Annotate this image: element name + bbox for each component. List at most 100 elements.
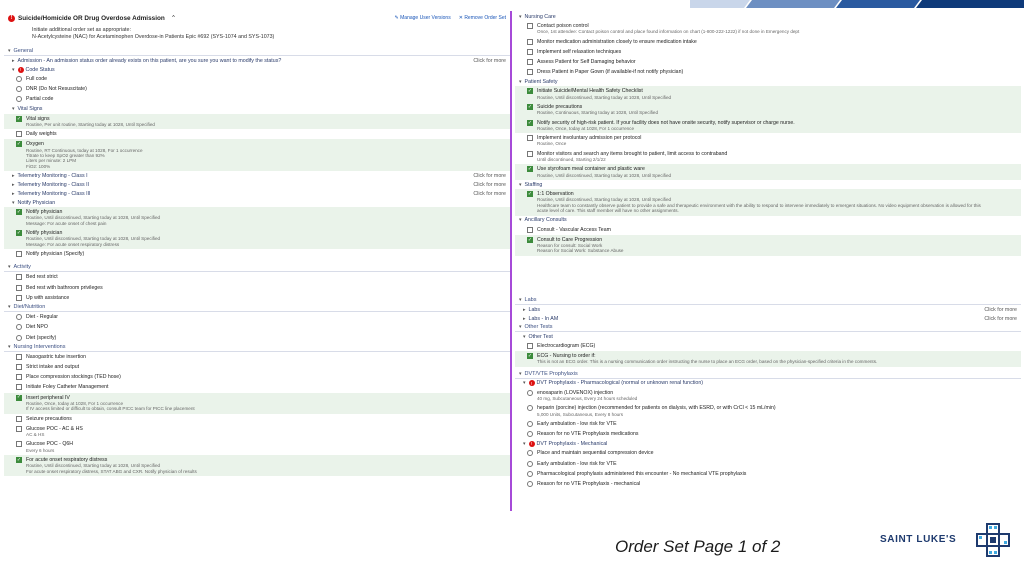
checkbox-strict-io[interactable]: Strict intake and output bbox=[4, 362, 510, 372]
checkbox-paper-gown[interactable]: Dress Patient in Paper Gown (if availabl… bbox=[515, 67, 1021, 77]
section-dvt[interactable]: ▾ DVT/VTE Prophylaxis bbox=[515, 370, 1021, 379]
radio-diet-npo[interactable]: Diet NPO bbox=[4, 322, 510, 332]
radio-diet-specify[interactable]: Diet (specify) bbox=[4, 333, 510, 343]
group-staffing[interactable]: ▾ Staffing bbox=[515, 180, 1021, 189]
checkmark-icon[interactable]: ✓ bbox=[16, 230, 22, 237]
section-labs[interactable]: ▾ Labs bbox=[515, 296, 1021, 305]
checkbox-ng-tube[interactable]: Nasogastric tube insertion bbox=[4, 352, 510, 362]
checkbox[interactable] bbox=[16, 374, 22, 381]
checkbox-suicide-precautions[interactable]: ✓ Suicide precautions Routine, Continuous,… bbox=[515, 102, 1021, 118]
checkmark-icon[interactable]: ✓ bbox=[16, 116, 22, 122]
checkmark-icon[interactable]: ✓ bbox=[527, 353, 533, 360]
checkbox-ted-hose[interactable]: Place compression stockings (TED hose) bbox=[4, 372, 510, 382]
checkmark-icon[interactable]: ✓ bbox=[527, 88, 533, 95]
checkbox-vascular-access[interactable]: Consult - Vascular Access Team bbox=[515, 225, 1021, 235]
group-patient-safety[interactable]: ▾ Patient Safety bbox=[515, 77, 1021, 86]
checkbox[interactable] bbox=[527, 150, 533, 157]
checkbox[interactable] bbox=[527, 48, 533, 55]
radio-no-vte-mech[interactable]: Reason for no VTE Prophylaxis - mechanic… bbox=[515, 479, 1021, 489]
checkbox-care-progression[interactable]: ✓ Consult to Care Progression Reason for c… bbox=[515, 234, 1021, 256]
checkbox-ecg-nursing[interactable]: ✓ ECG - Nursing to order if: This is not a… bbox=[515, 351, 1021, 367]
checkbox-glucose-q6h[interactable]: Glucose POC - Q6H Every 6 hours bbox=[4, 439, 510, 455]
checkbox-daily-weights[interactable]: Daily weights bbox=[4, 129, 510, 139]
group-dvt-pharm[interactable]: ▾! DVT Prophylaxis - Pharmacological (nor… bbox=[515, 379, 1021, 388]
group-other-test[interactable]: ▾ Other Test bbox=[515, 332, 1021, 341]
radio-early-ambulation-2[interactable]: Early ambulation - low risk for VTE bbox=[515, 459, 1021, 469]
group-notify-physician[interactable]: ▾ Notify Physician bbox=[4, 198, 510, 207]
section-other-tests[interactable]: ▾ Other Tests bbox=[515, 323, 1021, 332]
checkbox[interactable] bbox=[527, 135, 533, 142]
checkbox[interactable] bbox=[16, 131, 22, 138]
checkbox-ecg[interactable]: Electrocardiogram (ECG) bbox=[515, 341, 1021, 351]
radio-button[interactable] bbox=[527, 450, 533, 457]
checkbox-bed-rest[interactable]: Bed rest strict bbox=[4, 272, 510, 282]
checkbox-relaxation[interactable]: Implement self relaxation techniques bbox=[515, 47, 1021, 57]
checkbox[interactable] bbox=[527, 226, 533, 233]
checkbox-peripheral-iv[interactable]: ✓ Insert peripheral IV Routine, Once, toda… bbox=[4, 392, 510, 414]
checkbox-safety-checklist[interactable]: ✓ Initiate Suicide/Mental Health Safety C… bbox=[515, 86, 1021, 103]
checkbox[interactable] bbox=[16, 415, 22, 422]
group-admission[interactable]: ▸ Admission - An admission status order a… bbox=[4, 56, 510, 65]
radio-heparin[interactable]: heparin (porcine) injection (recommended… bbox=[515, 403, 1021, 419]
manage-user-versions-link[interactable]: ✎ Manage User Versions bbox=[395, 15, 451, 21]
checkmark-icon[interactable]: ✓ bbox=[16, 141, 22, 148]
checkbox[interactable] bbox=[527, 23, 533, 29]
checkbox-med-admin[interactable]: Monitor medication administration closel… bbox=[515, 37, 1021, 47]
checkbox-foley[interactable]: Initiate Foley Catheter Management bbox=[4, 382, 510, 392]
group-telemetry-1[interactable]: ▸ Telemetry Monitoring - Class I Click for… bbox=[4, 171, 510, 180]
checkbox[interactable] bbox=[527, 59, 533, 66]
group-dvt-mech[interactable]: ▾! DVT Prophylaxis - Mechanical bbox=[515, 439, 1021, 448]
checkmark-icon[interactable]: ✓ bbox=[16, 209, 22, 216]
checkbox-notify-specify[interactable]: Notify physician (Specify) bbox=[4, 249, 510, 259]
checkbox-one-to-one[interactable]: ✓ 1:1 Observation Routine, Until discontin… bbox=[515, 189, 1021, 216]
checkbox[interactable] bbox=[16, 294, 22, 301]
radio-full-code[interactable]: Full code bbox=[4, 74, 510, 84]
section-diet[interactable]: ▾ Diet/Nutrition bbox=[4, 303, 510, 313]
radio-enoxaparin[interactable]: enoxaparin (LOVENOX) injection 40 mg, Sub… bbox=[515, 388, 1021, 404]
group-labs-am[interactable]: ▸ Labs - In AM Click for more bbox=[515, 314, 1021, 323]
checkbox-up-with-assistance[interactable]: Up with assistance bbox=[4, 293, 510, 303]
group-code-status[interactable]: ▾! Code Status bbox=[4, 65, 510, 74]
radio-early-ambulation-1[interactable]: Early ambulation - low risk for VTE bbox=[515, 419, 1021, 429]
checkmark-icon[interactable]: ✓ bbox=[527, 191, 533, 198]
checkbox[interactable] bbox=[16, 425, 22, 432]
checkbox-resp-distress[interactable]: ✓ For acute onset respiratory distress Rou… bbox=[4, 454, 510, 476]
checkbox[interactable] bbox=[527, 69, 533, 76]
radio-button[interactable] bbox=[527, 421, 533, 428]
checkbox-poison-control[interactable]: Contact poison control Once, 1st attendee… bbox=[515, 21, 1021, 37]
checkbox-glucose-ac-hs[interactable]: Glucose POC - AC & HS AC & HS bbox=[4, 424, 510, 440]
remove-order-set-link[interactable]: ✕ Remove Order Set bbox=[459, 15, 506, 21]
group-ancillary[interactable]: ▾ Ancillary Consults bbox=[515, 216, 1021, 225]
group-vital-signs[interactable]: ▾ Vital Signs bbox=[4, 105, 510, 114]
checkmark-icon[interactable]: ✓ bbox=[16, 394, 22, 401]
checkbox-involuntary[interactable]: Implement involuntary admission per prot… bbox=[515, 133, 1021, 149]
checkbox-oxygen[interactable]: ✓ Oxygen Routine, RT Continuous, today at … bbox=[4, 139, 510, 172]
checkbox[interactable] bbox=[16, 353, 22, 360]
radio-button[interactable] bbox=[16, 86, 22, 93]
checkbox[interactable] bbox=[16, 363, 22, 370]
checkbox[interactable] bbox=[16, 274, 22, 281]
checkbox-notify-respiratory[interactable]: ✓ Notify physician Routine, Until disconti… bbox=[4, 228, 510, 250]
radio-pharm-given[interactable]: Pharmacological prophylaxis administered… bbox=[515, 469, 1021, 479]
checkbox-assess-self-damage[interactable]: Assess Patient for Self Damaging behavio… bbox=[515, 57, 1021, 67]
radio-button[interactable] bbox=[527, 405, 533, 412]
group-telemetry-2[interactable]: ▸ Telemetry Monitoring - Class II Click fo… bbox=[4, 180, 510, 189]
checkbox[interactable] bbox=[16, 384, 22, 391]
checkbox-notify-security[interactable]: ✓ Notify security of high-risk patient. I… bbox=[515, 117, 1021, 134]
checkbox[interactable] bbox=[527, 38, 533, 45]
radio-button[interactable] bbox=[16, 96, 22, 103]
radio-no-vte-meds[interactable]: Reason for no VTE Prophylaxis medication… bbox=[515, 429, 1021, 439]
radio-button[interactable] bbox=[527, 460, 533, 467]
radio-button[interactable] bbox=[16, 76, 22, 82]
checkbox[interactable] bbox=[527, 343, 533, 349]
checkmark-icon[interactable]: ✓ bbox=[527, 166, 533, 173]
group-labs[interactable]: ▸ Labs Click for more bbox=[515, 305, 1021, 314]
radio-scd[interactable]: Place and maintain sequential compressio… bbox=[515, 448, 1021, 458]
radio-button[interactable] bbox=[16, 314, 22, 321]
checkmark-icon[interactable]: ✓ bbox=[527, 237, 533, 243]
group-telemetry-3[interactable]: ▸ Telemetry Monitoring - Class III Click f… bbox=[4, 189, 510, 198]
group-nursing-care[interactable]: ▾ Nursing Care bbox=[515, 12, 1021, 21]
checkbox[interactable] bbox=[16, 251, 22, 258]
radio-button[interactable] bbox=[16, 334, 22, 341]
radio-partial-code[interactable]: Partial code bbox=[4, 94, 510, 104]
